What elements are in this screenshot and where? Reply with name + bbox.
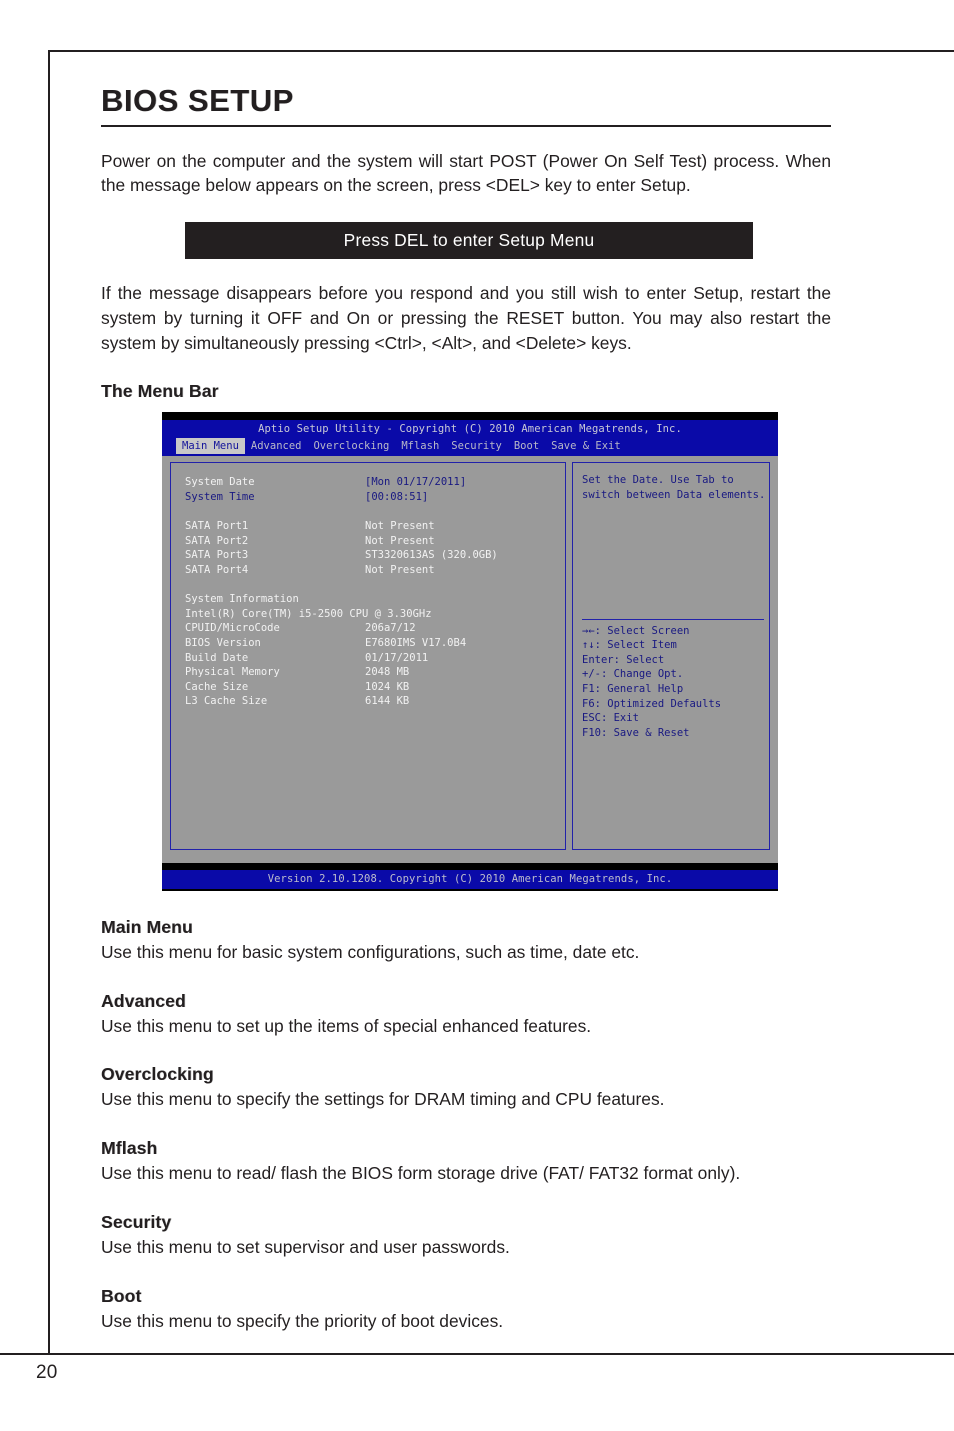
page-frame-bottom-rule bbox=[0, 1353, 954, 1355]
bios-version-bar: Version 2.10.1208. Copyright (C) 2010 Am… bbox=[162, 870, 778, 890]
bios-tab-main-menu[interactable]: Main Menu bbox=[176, 437, 245, 455]
bios-row-build-date: Build Date 01/17/2011 bbox=[185, 651, 565, 666]
bios-value-build-date: 01/17/2011 bbox=[365, 651, 429, 664]
bios-label-system-date: System Date bbox=[185, 476, 255, 489]
bios-spacer bbox=[185, 505, 565, 520]
bios-value-cpuid: 206a7/12 bbox=[365, 622, 416, 635]
section-heading-overclocking: Overclocking bbox=[101, 1064, 214, 1085]
section-heading-boot: Boot bbox=[101, 1285, 142, 1306]
bios-screenshot: Aptio Setup Utility - Copyright (C) 2010… bbox=[162, 412, 778, 892]
bios-top-bezel bbox=[162, 412, 778, 417]
bios-help-line-2: switch between Data elements. bbox=[582, 489, 766, 502]
bios-label-l3-cache-size: L3 Cache Size bbox=[185, 695, 268, 708]
bios-label-system-time: System Time bbox=[185, 491, 255, 504]
bios-row-cpu: Intel(R) Core(TM) i5-2500 CPU @ 3.30GHz bbox=[185, 607, 565, 622]
bios-label-cache-size: Cache Size bbox=[185, 680, 249, 693]
section-heading-mflash: Mflash bbox=[101, 1138, 158, 1159]
page-frame-top-rule bbox=[48, 50, 954, 52]
bios-value-sata-port3: ST3320613AS (320.0GB) bbox=[365, 549, 498, 562]
section-body-main-menu: Use this menu for basic system configura… bbox=[101, 942, 640, 963]
bios-value-bios-version: E7680IMS V17.0B4 bbox=[365, 636, 467, 649]
bios-tab-mflash[interactable]: Mflash bbox=[395, 438, 445, 455]
section-body-mflash: Use this menu to read/ flash the BIOS fo… bbox=[101, 1163, 741, 1184]
bios-row-physical-memory: Physical Memory 2048 MB bbox=[185, 665, 565, 680]
bios-row-sata-port4[interactable]: SATA Port4 Not Present bbox=[185, 563, 565, 578]
section-heading-main-menu: Main Menu bbox=[101, 917, 193, 938]
bios-settings-panel: System Date [Mon 01/17/2011] System Time… bbox=[170, 462, 566, 851]
bios-label-cpuid: CPUID/MicroCode bbox=[185, 622, 280, 635]
section-heading-advanced: Advanced bbox=[101, 990, 186, 1011]
bios-row-cpuid: CPUID/MicroCode 206a7/12 bbox=[185, 621, 565, 636]
bios-help-line-1: Set the Date. Use Tab to bbox=[582, 474, 734, 487]
bios-label-sata-port2: SATA Port2 bbox=[185, 534, 249, 547]
bios-menu-bar: Main Menu Advanced Overclocking Mflash S… bbox=[162, 437, 778, 457]
bios-content-area: System Date [Mon 01/17/2011] System Time… bbox=[162, 456, 778, 857]
bios-value-cpu: Intel(R) Core(TM) i5-2500 CPU @ 3.30GHz bbox=[185, 607, 432, 620]
bios-label-sata-port3: SATA Port3 bbox=[185, 549, 249, 562]
bios-row-system-date[interactable]: System Date [Mon 01/17/2011] bbox=[185, 475, 565, 490]
section-body-advanced: Use this menu to set up the items of spe… bbox=[101, 1015, 592, 1036]
bios-label-bios-version: BIOS Version bbox=[185, 636, 261, 649]
section-body-security: Use this menu to set supervisor and user… bbox=[101, 1236, 510, 1257]
bios-row-sata-port1[interactable]: SATA Port1 Not Present bbox=[185, 519, 565, 534]
bios-row-system-time[interactable]: System Time [00:08:51] bbox=[185, 490, 565, 505]
bios-key-esc-exit: ESC: Exit bbox=[582, 712, 639, 725]
menu-bar-heading: The Menu Bar bbox=[101, 381, 219, 402]
bios-tab-boot[interactable]: Boot bbox=[508, 438, 545, 455]
bios-lower-gap bbox=[162, 856, 778, 864]
bios-key-change-opt: +/-: Change Opt. bbox=[582, 668, 684, 681]
bios-key-save-reset: F10: Save & Reset bbox=[582, 726, 690, 739]
bios-key-optimized-defaults: F6: Optimized Defaults bbox=[582, 697, 722, 710]
bios-help-divider bbox=[582, 618, 764, 620]
bios-label-sata-port1: SATA Port1 bbox=[185, 520, 249, 533]
second-paragraph: If the message disappears before you res… bbox=[101, 283, 831, 353]
bios-value-sata-port4: Not Present bbox=[365, 563, 435, 576]
section-body-overclocking: Use this menu to specify the settings fo… bbox=[101, 1089, 665, 1110]
bios-value-sata-port2: Not Present bbox=[365, 534, 435, 547]
bios-row-bios-version: BIOS Version E7680IMS V17.0B4 bbox=[185, 636, 565, 651]
bios-key-select-item: ↑↓: Select Item bbox=[582, 639, 677, 652]
bios-help-panel: Set the Date. Use Tab to switch between … bbox=[572, 462, 770, 851]
section-body-boot: Use this menu to specify the priority of… bbox=[101, 1310, 504, 1331]
bios-key-select-screen: →←: Select Screen bbox=[582, 624, 690, 637]
page-frame-left-rule bbox=[48, 50, 50, 1353]
bios-label-physical-memory: Physical Memory bbox=[185, 666, 280, 679]
title-underline bbox=[101, 124, 831, 127]
page-number: 20 bbox=[36, 1362, 58, 1383]
page-title: BIOS SETUP bbox=[101, 83, 294, 118]
bios-tab-security[interactable]: Security bbox=[445, 438, 508, 455]
bios-title-bar: Aptio Setup Utility - Copyright (C) 2010… bbox=[162, 420, 778, 438]
bios-value-l3-cache-size: 6144 KB bbox=[365, 695, 410, 708]
bios-row-sata-port3[interactable]: SATA Port3 ST3320613AS (320.0GB) bbox=[185, 548, 565, 563]
bios-label-sata-port4: SATA Port4 bbox=[185, 563, 249, 576]
bios-label-build-date: Build Date bbox=[185, 651, 249, 664]
bios-value-system-time: [00:08:51] bbox=[365, 491, 429, 504]
press-del-banner: Press DEL to enter Setup Menu bbox=[185, 222, 753, 260]
intro-paragraph: Power on the computer and the system wil… bbox=[101, 150, 831, 196]
bios-tab-overclocking[interactable]: Overclocking bbox=[307, 438, 395, 455]
bios-key-general-help: F1: General Help bbox=[582, 682, 684, 695]
bios-value-cache-size: 1024 KB bbox=[365, 680, 410, 693]
bios-value-system-date: [Mon 01/17/2011] bbox=[365, 476, 467, 489]
bios-key-enter-select: Enter: Select bbox=[582, 653, 665, 666]
section-heading-security: Security bbox=[101, 1211, 172, 1232]
bios-label-system-information: System Information bbox=[185, 593, 299, 606]
bios-row-cache-size: Cache Size 1024 KB bbox=[185, 680, 565, 695]
bios-row-sata-port2[interactable]: SATA Port2 Not Present bbox=[185, 534, 565, 549]
bios-spacer bbox=[185, 578, 565, 593]
page-content: BIOS SETUP Power on the computer and the… bbox=[101, 83, 831, 1333]
bios-value-sata-port1: Not Present bbox=[365, 520, 435, 533]
bios-tab-save-exit[interactable]: Save & Exit bbox=[545, 438, 627, 455]
bios-system-information-heading: System Information bbox=[185, 592, 565, 607]
bios-row-l3-cache-size: L3 Cache Size 6144 KB bbox=[185, 694, 565, 709]
bios-value-physical-memory: 2048 MB bbox=[365, 666, 410, 679]
bios-tab-advanced[interactable]: Advanced bbox=[245, 438, 308, 455]
